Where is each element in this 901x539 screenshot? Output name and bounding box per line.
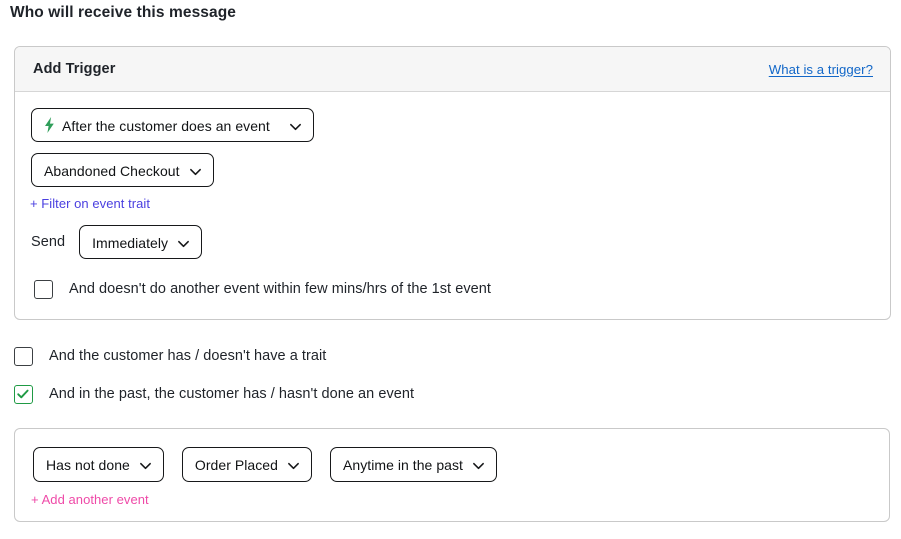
filter-on-event-trait-link[interactable]: + Filter on event trait	[30, 196, 150, 211]
past-event-name-dropdown[interactable]: Order Placed	[181, 447, 312, 482]
no-other-event-checkbox-row[interactable]: And doesn't do another event within few …	[34, 279, 491, 299]
past-event-action-label: Has not done	[46, 457, 130, 473]
add-trigger-title: Add Trigger	[33, 61, 116, 77]
past-event-selectors: Has not done Order Placed Anytime in the…	[33, 447, 497, 482]
send-label: Send	[31, 234, 66, 250]
chevron-down-icon	[177, 237, 190, 250]
send-timing-dropdown[interactable]: Immediately	[79, 225, 203, 259]
customer-trait-label: And the customer has / doesn't have a tr…	[49, 348, 327, 364]
no-other-event-checkbox[interactable]	[34, 279, 53, 299]
past-event-panel: Has not done Order Placed Anytime in the…	[14, 428, 890, 522]
add-trigger-panel-header: Add Trigger What is a trigger?	[15, 47, 890, 92]
no-other-event-label: And doesn't do another event within few …	[69, 281, 491, 297]
past-event-timeframe-dropdown[interactable]: Anytime in the past	[329, 447, 497, 482]
past-event-checkbox[interactable]	[14, 384, 33, 404]
lightning-bolt-icon	[43, 117, 56, 133]
page-title: Who will receive this message	[10, 4, 237, 21]
past-event-checkbox-row[interactable]: And in the past, the customer has / hasn…	[14, 384, 414, 404]
past-event-name-label: Order Placed	[194, 457, 278, 473]
send-timing-label: Immediately	[92, 234, 169, 251]
chevron-down-icon	[287, 459, 300, 472]
past-event-label: And in the past, the customer has / hasn…	[49, 386, 415, 402]
customer-trait-checkbox[interactable]	[14, 346, 33, 366]
chevron-down-icon	[189, 165, 202, 178]
add-trigger-panel: Add Trigger What is a trigger? After the…	[14, 46, 891, 320]
past-event-timeframe-label: Anytime in the past	[342, 457, 463, 473]
trigger-type-dropdown[interactable]: After the customer does an event	[31, 108, 314, 142]
past-event-action-dropdown[interactable]: Has not done	[33, 447, 164, 482]
send-row: Send Immediately	[31, 225, 203, 259]
chevron-down-icon	[139, 459, 152, 472]
what-is-a-trigger-link[interactable]: What is a trigger?	[769, 62, 873, 77]
chevron-down-icon	[289, 120, 302, 133]
add-another-event-link[interactable]: + Add another event	[31, 492, 149, 507]
chevron-down-icon	[472, 459, 485, 472]
event-name-label: Abandoned Checkout	[44, 162, 180, 179]
customer-trait-checkbox-row[interactable]: And the customer has / doesn't have a tr…	[14, 346, 326, 366]
trigger-type-label: After the customer does an event	[62, 117, 270, 134]
event-name-dropdown[interactable]: Abandoned Checkout	[31, 153, 214, 187]
